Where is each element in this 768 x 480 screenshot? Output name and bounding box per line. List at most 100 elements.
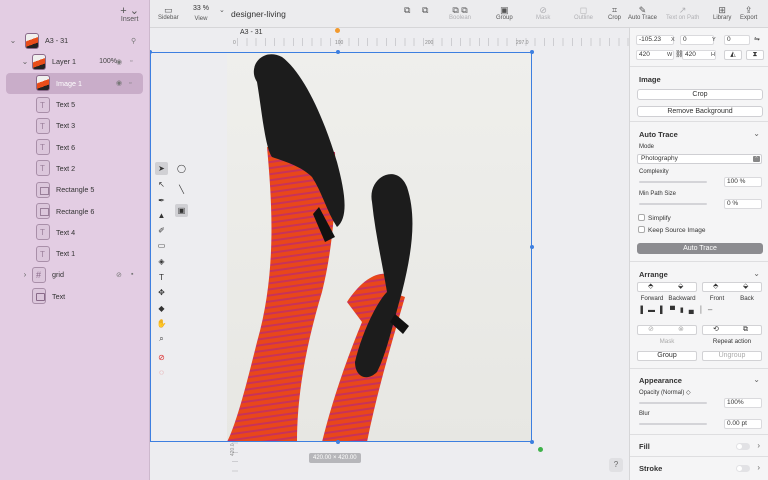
layer-row[interactable]: ⌄ A3 - 31 ⚲ [0,30,149,51]
chevron-right-icon[interactable]: › [21,270,29,279]
backward-icon[interactable]: ⬙ [678,283,683,291]
select-tool-icon[interactable]: ➤ [155,162,168,175]
library-button[interactable]: ⊞ Library [713,5,731,21]
rotation-field[interactable]: 0 [724,35,750,45]
chevron-down-icon[interactable]: ⌄ [753,375,760,384]
hidden-eye-icon[interactable]: ⊘ [116,271,122,279]
align-right-icon[interactable]: ▌ [660,307,670,314]
unlock-icon[interactable]: ▫ [129,80,131,87]
line-tool-icon[interactable]: ╲ [175,183,188,196]
flip-vertical-icon[interactable]: ⧗ [746,50,764,60]
rectangle-tool-icon[interactable]: ▭ [155,239,168,252]
export-button[interactable]: ⇪ Export [740,5,757,21]
vector-tool-icon[interactable]: ▲ [155,209,168,222]
chevron-down-icon[interactable]: ⌄ [753,129,760,138]
chevron-down-icon[interactable]: ⌄ [9,36,17,45]
crop-button[interactable]: ⌗ Crop [608,5,621,21]
mask-icon[interactable]: ⊘ [648,326,654,334]
mask-button[interactable]: ⊘ Mask [536,5,550,21]
chevron-right-icon[interactable]: › [757,441,760,450]
ungroup-action-button[interactable]: Ungroup [702,351,762,361]
min-path-field[interactable]: 0 % [724,199,762,209]
eye-icon[interactable]: ◉ [116,58,122,66]
complexity-slider[interactable] [639,181,707,183]
pin-icon[interactable]: ⚲ [131,37,136,45]
zoom-tool-icon[interactable]: ⌕ [155,332,168,345]
image-tool-icon[interactable]: ▣ [175,204,188,217]
group-button[interactable]: ▣ Group [496,5,513,21]
align-top-icon[interactable]: ▀ [670,307,680,314]
pen-tool-icon[interactable]: ✒ [155,194,168,207]
align-left-icon[interactable]: ▐ [638,307,648,314]
zoom-chevron-icon[interactable]: ⌄ [219,6,225,14]
repeat-icon[interactable]: ⟲ [713,326,719,334]
eye-icon[interactable]: ◉ [116,79,122,87]
stroke-color-icon[interactable]: ◌ [155,366,168,379]
front-icon[interactable]: ⬘ [713,283,718,291]
opacity-field[interactable]: 100% [724,398,762,408]
flip-icon[interactable]: ⇋ [754,35,760,43]
chevron-down-icon[interactable]: ⌄ [753,269,760,278]
opacity-label[interactable]: Opacity (Normal) ◇ [639,389,691,396]
simplify-checkbox[interactable] [638,214,645,221]
layer-row[interactable]: Rectangle 6 [0,200,149,221]
distribute-v-icon[interactable]: ━ [708,307,717,314]
complexity-field[interactable]: 100 % [724,177,762,187]
layer-row[interactable]: ⌄ Layer 1 100% ◉ ▫ [0,51,149,72]
layer-row[interactable]: Text [0,286,149,307]
insert-button[interactable]: + ⌄ Insert [120,6,139,24]
x-field[interactable]: -105.23 [636,35,674,45]
zoom-control[interactable]: 33 % View [193,5,209,22]
layer-row[interactable]: Text 1 [0,243,149,264]
rotate-handle[interactable] [335,28,340,33]
min-path-slider[interactable] [639,203,707,205]
layer-row[interactable]: Image 1 ◉ ▫ [6,72,143,94]
sidebar-button[interactable]: ▭ Sidebar [158,5,179,21]
align-center-button[interactable]: ⧉ [422,5,428,15]
forward-icon[interactable]: ⬘ [648,283,653,291]
layer-row[interactable]: Text 4 [0,222,149,243]
eraser-tool-icon[interactable]: ◆ [155,302,168,315]
layer-row[interactable]: Text 5 [0,94,149,115]
artboard-label[interactable]: A3 - 31 [240,29,263,36]
align-bottom-icon[interactable]: ▄ [689,307,699,314]
auto-trace-button[interactable]: ✎ Auto Trace [628,5,657,21]
align-vcenter-icon[interactable]: ▮ [680,307,689,314]
chevron-right-icon[interactable]: › [757,463,760,472]
blur-field[interactable]: 0.00 pt [724,419,762,429]
unlock-icon[interactable]: ▫ [130,58,132,65]
layer-row[interactable]: Rectangle 5 [0,179,149,200]
group-action-button[interactable]: Group [637,351,697,361]
fill-tool-icon[interactable]: ◈ [155,255,168,268]
brush-tool-icon[interactable]: ✐ [155,224,168,237]
fill-color-icon[interactable]: ⊘ [155,351,168,364]
outline-button[interactable]: ◻ Outline [574,5,593,21]
auto-trace-action-button[interactable]: Auto Trace [637,243,763,254]
resize-handle[interactable] [150,50,152,54]
text-tool-icon[interactable]: T [155,271,168,284]
layer-row[interactable]: Text 6 [0,136,149,157]
y-position-field[interactable]: 0 [680,35,714,45]
help-button[interactable]: ? [609,458,623,472]
repeat-copy-icon[interactable]: ⧉ [743,326,748,334]
anchor-handle[interactable] [538,447,543,452]
move-tool-icon[interactable]: ✥ [155,286,168,299]
unmask-icon[interactable]: ⊗ [678,326,684,334]
align-hcenter-icon[interactable]: ▬ [648,307,660,314]
crop-image-button[interactable]: Crop [637,89,763,100]
blur-slider[interactable] [639,423,707,425]
remove-background-button[interactable]: Remove Background [637,106,763,117]
stroke-toggle[interactable] [736,465,750,472]
direct-select-tool-icon[interactable]: ↖ [155,178,168,191]
align-left-button[interactable]: ⧉ [404,5,410,15]
canvas[interactable]: A3 - 31 0 100 200 297.0 100 200 300 420.… [150,28,629,480]
chevron-down-icon[interactable]: ⌄ [21,57,29,66]
ellipse-tool-icon[interactable]: ◯ [175,162,188,175]
back-icon[interactable]: ⬙ [743,283,748,291]
flip-horizontal-icon[interactable]: ◭ [724,50,742,60]
boolean-button[interactable]: ⧉ ⧉ Boolean [433,5,487,21]
opacity-slider[interactable] [639,402,707,404]
distribute-h-icon[interactable]: ┃ [699,307,708,314]
layer-row[interactable]: Text 2 [0,158,149,179]
fill-toggle[interactable] [736,443,750,450]
